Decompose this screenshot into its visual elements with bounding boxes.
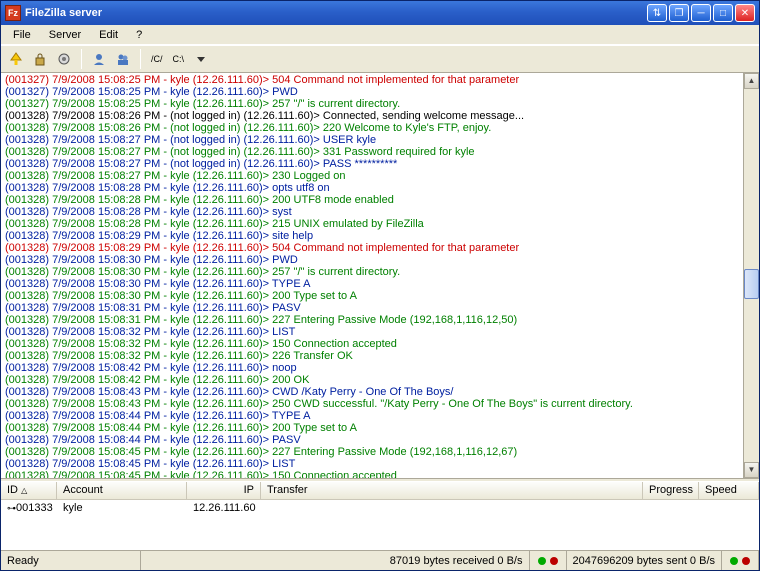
- settings-icon[interactable]: [53, 48, 75, 70]
- recv-led-icon: [530, 551, 567, 570]
- maximize-button[interactable]: □: [713, 4, 733, 22]
- menubar: File Server Edit ?: [1, 25, 759, 45]
- close-button[interactable]: ✕: [735, 4, 755, 22]
- scroll-down-icon[interactable]: ▼: [744, 462, 759, 478]
- log-line: (001328) 7/9/2008 15:08:31 PM - kyle (12…: [5, 302, 755, 314]
- log-line: (001327) 7/9/2008 15:08:25 PM - kyle (12…: [5, 98, 755, 110]
- connection-icon: ⊶: [7, 503, 16, 513]
- scrollbar[interactable]: ▲ ▼: [743, 73, 759, 478]
- col-transfer[interactable]: Transfer: [261, 482, 643, 499]
- sort-asc-icon: △: [21, 486, 27, 495]
- reconnect-icon[interactable]: [5, 48, 27, 70]
- log-line: (001328) 7/9/2008 15:08:32 PM - kyle (12…: [5, 326, 755, 338]
- restore-alt-button[interactable]: ⇅: [647, 4, 667, 22]
- toolbar-separator: [81, 49, 82, 69]
- lock-icon[interactable]: [29, 48, 51, 70]
- log-line: (001328) 7/9/2008 15:08:45 PM - kyle (12…: [5, 446, 755, 458]
- conn-ip: 12.26.111.60: [187, 502, 261, 514]
- minimize-button[interactable]: ─: [691, 4, 711, 22]
- log-area[interactable]: (001327) 7/9/2008 15:08:25 PM - kyle (12…: [1, 73, 759, 478]
- menu-file[interactable]: File: [5, 27, 39, 43]
- conn-id: 001333: [16, 502, 53, 514]
- menu-server[interactable]: Server: [41, 27, 89, 43]
- log-line: (001328) 7/9/2008 15:08:44 PM - kyle (12…: [5, 410, 755, 422]
- users-icon[interactable]: [88, 48, 110, 70]
- scroll-thumb[interactable]: [744, 269, 759, 299]
- log-line: (001328) 7/9/2008 15:08:45 PM - kyle (12…: [5, 458, 755, 470]
- log-line: (001328) 7/9/2008 15:08:28 PM - kyle (12…: [5, 218, 755, 230]
- log-line: (001328) 7/9/2008 15:08:27 PM - (not log…: [5, 134, 755, 146]
- log-line: (001328) 7/9/2008 15:08:32 PM - kyle (12…: [5, 338, 755, 350]
- log-line: (001328) 7/9/2008 15:08:30 PM - kyle (12…: [5, 290, 755, 302]
- log-line: (001328) 7/9/2008 15:08:29 PM - kyle (12…: [5, 230, 755, 242]
- scroll-up-icon[interactable]: ▲: [744, 73, 759, 89]
- app-icon: Fz: [5, 5, 21, 21]
- status-sent: 2047696209 bytes sent 0 B/s: [567, 551, 723, 570]
- col-account[interactable]: Account: [57, 482, 187, 499]
- log-line: (001328) 7/9/2008 15:08:27 PM - (not log…: [5, 146, 755, 158]
- restore-button[interactable]: ❐: [669, 4, 689, 22]
- log-line: (001328) 7/9/2008 15:08:27 PM - kyle (12…: [5, 170, 755, 182]
- connections-pane: ID △ Account IP Transfer Progress Speed …: [1, 482, 759, 550]
- log-line: (001328) 7/9/2008 15:08:28 PM - kyle (12…: [5, 182, 755, 194]
- log-line: (001328) 7/9/2008 15:08:26 PM - (not log…: [5, 110, 755, 122]
- col-speed[interactable]: Speed: [699, 482, 759, 499]
- log-line: (001327) 7/9/2008 15:08:25 PM - kyle (12…: [5, 74, 755, 86]
- column-headers: ID △ Account IP Transfer Progress Speed: [1, 482, 759, 500]
- log-line: (001328) 7/9/2008 15:08:29 PM - kyle (12…: [5, 242, 755, 254]
- toolbar: /C/ C:\: [1, 45, 759, 73]
- dropdown-icon[interactable]: [190, 48, 212, 70]
- log-line: (001328) 7/9/2008 15:08:44 PM - kyle (12…: [5, 434, 755, 446]
- log-line: (001328) 7/9/2008 15:08:45 PM - kyle (12…: [5, 470, 755, 478]
- log-line: (001328) 7/9/2008 15:08:43 PM - kyle (12…: [5, 398, 755, 410]
- window-title: FileZilla server: [25, 7, 647, 19]
- log-line: (001328) 7/9/2008 15:08:30 PM - kyle (12…: [5, 254, 755, 266]
- log-line: (001328) 7/9/2008 15:08:30 PM - kyle (12…: [5, 278, 755, 290]
- status-bar: Ready 87019 bytes received 0 B/s 2047696…: [1, 550, 759, 570]
- drive-c-win[interactable]: C:\: [169, 48, 189, 70]
- menu-help[interactable]: ?: [128, 27, 150, 43]
- log-line: (001328) 7/9/2008 15:08:42 PM - kyle (12…: [5, 374, 755, 386]
- sent-led-icon: [722, 551, 759, 570]
- col-id[interactable]: ID △: [1, 482, 57, 499]
- menu-edit[interactable]: Edit: [91, 27, 126, 43]
- status-ready: Ready: [1, 551, 141, 570]
- status-received: 87019 bytes received 0 B/s: [141, 551, 530, 570]
- log-line: (001328) 7/9/2008 15:08:43 PM - kyle (12…: [5, 386, 755, 398]
- connection-row[interactable]: ⊶001333 kyle 12.26.111.60: [1, 500, 759, 516]
- log-line: (001328) 7/9/2008 15:08:42 PM - kyle (12…: [5, 362, 755, 374]
- groups-icon[interactable]: [112, 48, 134, 70]
- log-line: (001328) 7/9/2008 15:08:30 PM - kyle (12…: [5, 266, 755, 278]
- log-line: (001328) 7/9/2008 15:08:32 PM - kyle (12…: [5, 350, 755, 362]
- drive-c-unix[interactable]: /C/: [147, 48, 167, 70]
- toolbar-separator: [140, 49, 141, 69]
- conn-account: kyle: [57, 502, 187, 514]
- log-line: (001328) 7/9/2008 15:08:26 PM - (not log…: [5, 122, 755, 134]
- log-line: (001328) 7/9/2008 15:08:44 PM - kyle (12…: [5, 422, 755, 434]
- log-line: (001327) 7/9/2008 15:08:25 PM - kyle (12…: [5, 86, 755, 98]
- window-titlebar: Fz FileZilla server ⇅ ❐ ─ □ ✕: [1, 1, 759, 25]
- col-ip[interactable]: IP: [187, 482, 261, 499]
- log-line: (001328) 7/9/2008 15:08:28 PM - kyle (12…: [5, 194, 755, 206]
- log-line: (001328) 7/9/2008 15:08:31 PM - kyle (12…: [5, 314, 755, 326]
- log-line: (001328) 7/9/2008 15:08:28 PM - kyle (12…: [5, 206, 755, 218]
- log-line: (001328) 7/9/2008 15:08:27 PM - (not log…: [5, 158, 755, 170]
- col-progress[interactable]: Progress: [643, 482, 699, 499]
